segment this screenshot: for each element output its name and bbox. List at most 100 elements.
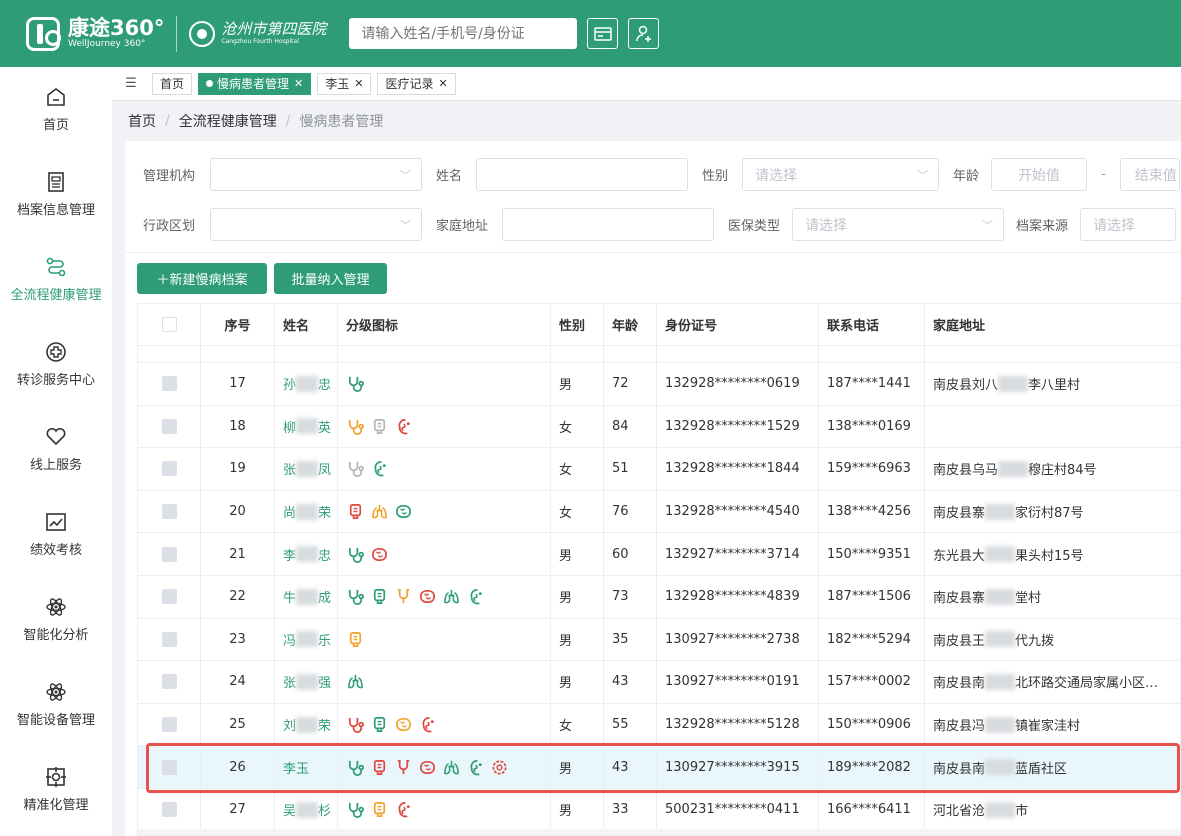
stethoscope-icon bbox=[346, 459, 365, 478]
brand-logo: 康途360° WellJourney 360° bbox=[26, 16, 164, 51]
row-no: 17 bbox=[201, 363, 275, 405]
patient-name-link[interactable]: 刘荣 bbox=[275, 703, 338, 746]
sidebar-item[interactable]: 绩效考核 bbox=[0, 492, 112, 577]
close-icon[interactable]: ✕ bbox=[354, 77, 363, 90]
new-archive-button[interactable]: ＋新建慢病档案 bbox=[137, 263, 267, 294]
table-row[interactable]: 20 尚荣 女 76 132928********4540 138****425… bbox=[138, 490, 1180, 534]
risk-icons bbox=[338, 618, 551, 661]
row-checkbox[interactable] bbox=[161, 418, 177, 434]
row-checkbox[interactable] bbox=[161, 461, 177, 477]
source-select[interactable]: 请选择 bbox=[1080, 208, 1177, 241]
patient-name-link[interactable]: 尚荣 bbox=[275, 490, 338, 533]
lungs-icon bbox=[442, 587, 461, 606]
age: 43 bbox=[604, 661, 657, 703]
row-checkbox[interactable] bbox=[161, 717, 177, 733]
table-row[interactable]: 19 张凤 女 51 132928********1844 159****696… bbox=[138, 448, 1180, 491]
sidebar-item-label: 档案信息管理 bbox=[16, 203, 95, 218]
address-input[interactable] bbox=[502, 208, 715, 241]
row-checkbox[interactable] bbox=[161, 504, 177, 520]
patient-name-link[interactable]: 牛成 bbox=[275, 575, 338, 618]
sidebar-item[interactable]: 转诊服务中心 bbox=[0, 322, 112, 407]
insurance-select[interactable]: 请选择 ﹀ bbox=[792, 208, 1005, 241]
gender: 男 bbox=[551, 618, 604, 661]
patient-name-link[interactable]: 张凤 bbox=[275, 448, 338, 490]
sidebar-item[interactable]: 智能设备管理 bbox=[0, 662, 112, 747]
stethoscope-icon bbox=[346, 587, 365, 606]
table-row[interactable]: 26 李玉 男 43 130927********3915 189****208… bbox=[138, 746, 1180, 789]
select-all-checkbox[interactable] bbox=[161, 317, 177, 332]
table-row[interactable]: 23 冯乐 男 35 130927********2738 182****529… bbox=[138, 618, 1180, 662]
age-end-input[interactable]: 结束值 bbox=[1119, 158, 1180, 191]
table-row[interactable]: 21 李忠 男 60 132927********3714 150****935… bbox=[138, 533, 1180, 576]
table-row[interactable]: 24 张强 男 43 130927********0191 157****000… bbox=[138, 661, 1180, 704]
patient-name-link[interactable]: 孙忠 bbox=[275, 363, 338, 405]
row-no: 22 bbox=[201, 575, 275, 618]
sidebar-item[interactable]: 智能化分析 bbox=[0, 577, 112, 662]
sidebar-item[interactable]: 精准化管理 bbox=[0, 747, 112, 832]
patient-name-link[interactable]: 柳英 bbox=[275, 405, 338, 448]
sidebar-item[interactable]: 线上服务 bbox=[0, 407, 112, 492]
patient-name-link[interactable]: 张强 bbox=[275, 661, 338, 703]
row-checkbox[interactable] bbox=[161, 674, 177, 690]
phone: 150****0906 bbox=[819, 703, 925, 746]
breadcrumb-item[interactable]: 全流程健康管理 bbox=[179, 111, 277, 131]
chevron-down-icon: ﹀ bbox=[400, 169, 412, 182]
insurance-label: 医保类型 bbox=[728, 219, 781, 234]
patient-name-link[interactable]: 冯乐 bbox=[275, 618, 338, 661]
close-icon[interactable]: ✕ bbox=[439, 77, 448, 90]
region-label: 行政区划 bbox=[143, 219, 196, 234]
risk-icons bbox=[338, 363, 551, 405]
address: 南皮县乌马 穆庄村84号 bbox=[925, 448, 1180, 490]
table-row[interactable]: 25 刘荣 女 55 132928********5128 150****090… bbox=[138, 703, 1180, 747]
name-input[interactable] bbox=[476, 158, 689, 191]
breadcrumb-item[interactable]: 首页 bbox=[128, 111, 156, 131]
table-row[interactable]: 18 柳英 女 84 132928********1529 138****016… bbox=[138, 405, 1180, 449]
patient-name-link[interactable]: 李忠 bbox=[275, 533, 338, 575]
sidebar-item[interactable]: 全流程健康管理 bbox=[0, 237, 112, 322]
org-select[interactable]: ﹀ bbox=[210, 158, 423, 191]
menu-toggle-icon[interactable]: ☰ bbox=[116, 76, 146, 91]
row-checkbox[interactable] bbox=[161, 631, 177, 647]
search-input[interactable] bbox=[349, 18, 578, 49]
sidebar-item[interactable]: 首页 bbox=[0, 67, 112, 152]
table-row[interactable]: 17 孙忠 男 72 132928********0619 187****144… bbox=[138, 363, 1180, 406]
batch-manage-button[interactable]: 批量纳入管理 bbox=[274, 263, 387, 294]
row-checkbox[interactable] bbox=[161, 759, 177, 775]
row-checkbox[interactable] bbox=[161, 802, 177, 818]
tab[interactable]: 首页 bbox=[152, 72, 193, 95]
row-checkbox[interactable] bbox=[161, 546, 177, 562]
top-header: 康途360° WellJourney 360° 沧州市第四医院 Cangzhou… bbox=[0, 0, 1181, 67]
kidney-icon bbox=[466, 587, 485, 606]
tab[interactable]: 李玉 ✕ bbox=[317, 72, 372, 95]
brain-icon bbox=[418, 587, 437, 606]
age: 51 bbox=[604, 448, 657, 490]
org-label: 管理机构 bbox=[143, 169, 196, 184]
row-checkbox[interactable] bbox=[161, 376, 177, 392]
patient-name-link[interactable]: 李玉 bbox=[275, 746, 338, 788]
phone: 159****6963 bbox=[819, 448, 925, 490]
patient-name-link[interactable]: 吴杉 bbox=[275, 788, 338, 831]
gender-select[interactable]: 请选择 ﹀ bbox=[742, 158, 940, 191]
row-checkbox[interactable] bbox=[161, 589, 177, 605]
table-row[interactable]: 27 吴杉 男 33 500231********0411 166****641… bbox=[138, 788, 1180, 832]
add-user-button[interactable] bbox=[628, 18, 660, 49]
bottle-icon bbox=[346, 502, 365, 521]
row-no: 25 bbox=[201, 703, 275, 746]
row-no: 27 bbox=[201, 788, 275, 831]
bottle-icon bbox=[370, 417, 389, 436]
close-icon[interactable]: ✕ bbox=[294, 77, 303, 90]
card-button[interactable] bbox=[587, 18, 619, 49]
age-start-input[interactable]: 开始值 bbox=[991, 158, 1088, 191]
tab[interactable]: 医疗记录 ✕ bbox=[377, 72, 456, 95]
region-select[interactable]: ﹀ bbox=[210, 208, 423, 241]
horizontal-scrollbar[interactable] bbox=[138, 829, 1180, 835]
tab[interactable]: 慢病患者管理 ✕ bbox=[198, 72, 312, 95]
id-number: 132928********5128 bbox=[657, 703, 819, 746]
brand-sub: WellJourney 360° bbox=[68, 39, 146, 49]
phone: 157****0002 bbox=[819, 661, 925, 703]
tab-label: 首页 bbox=[160, 77, 185, 91]
target-icon bbox=[45, 766, 67, 788]
col-address: 家庭地址 bbox=[925, 304, 1180, 345]
sidebar-item[interactable]: 档案信息管理 bbox=[0, 152, 112, 237]
table-row[interactable]: 22 牛成 男 73 132928********4839 187****150… bbox=[138, 575, 1180, 619]
